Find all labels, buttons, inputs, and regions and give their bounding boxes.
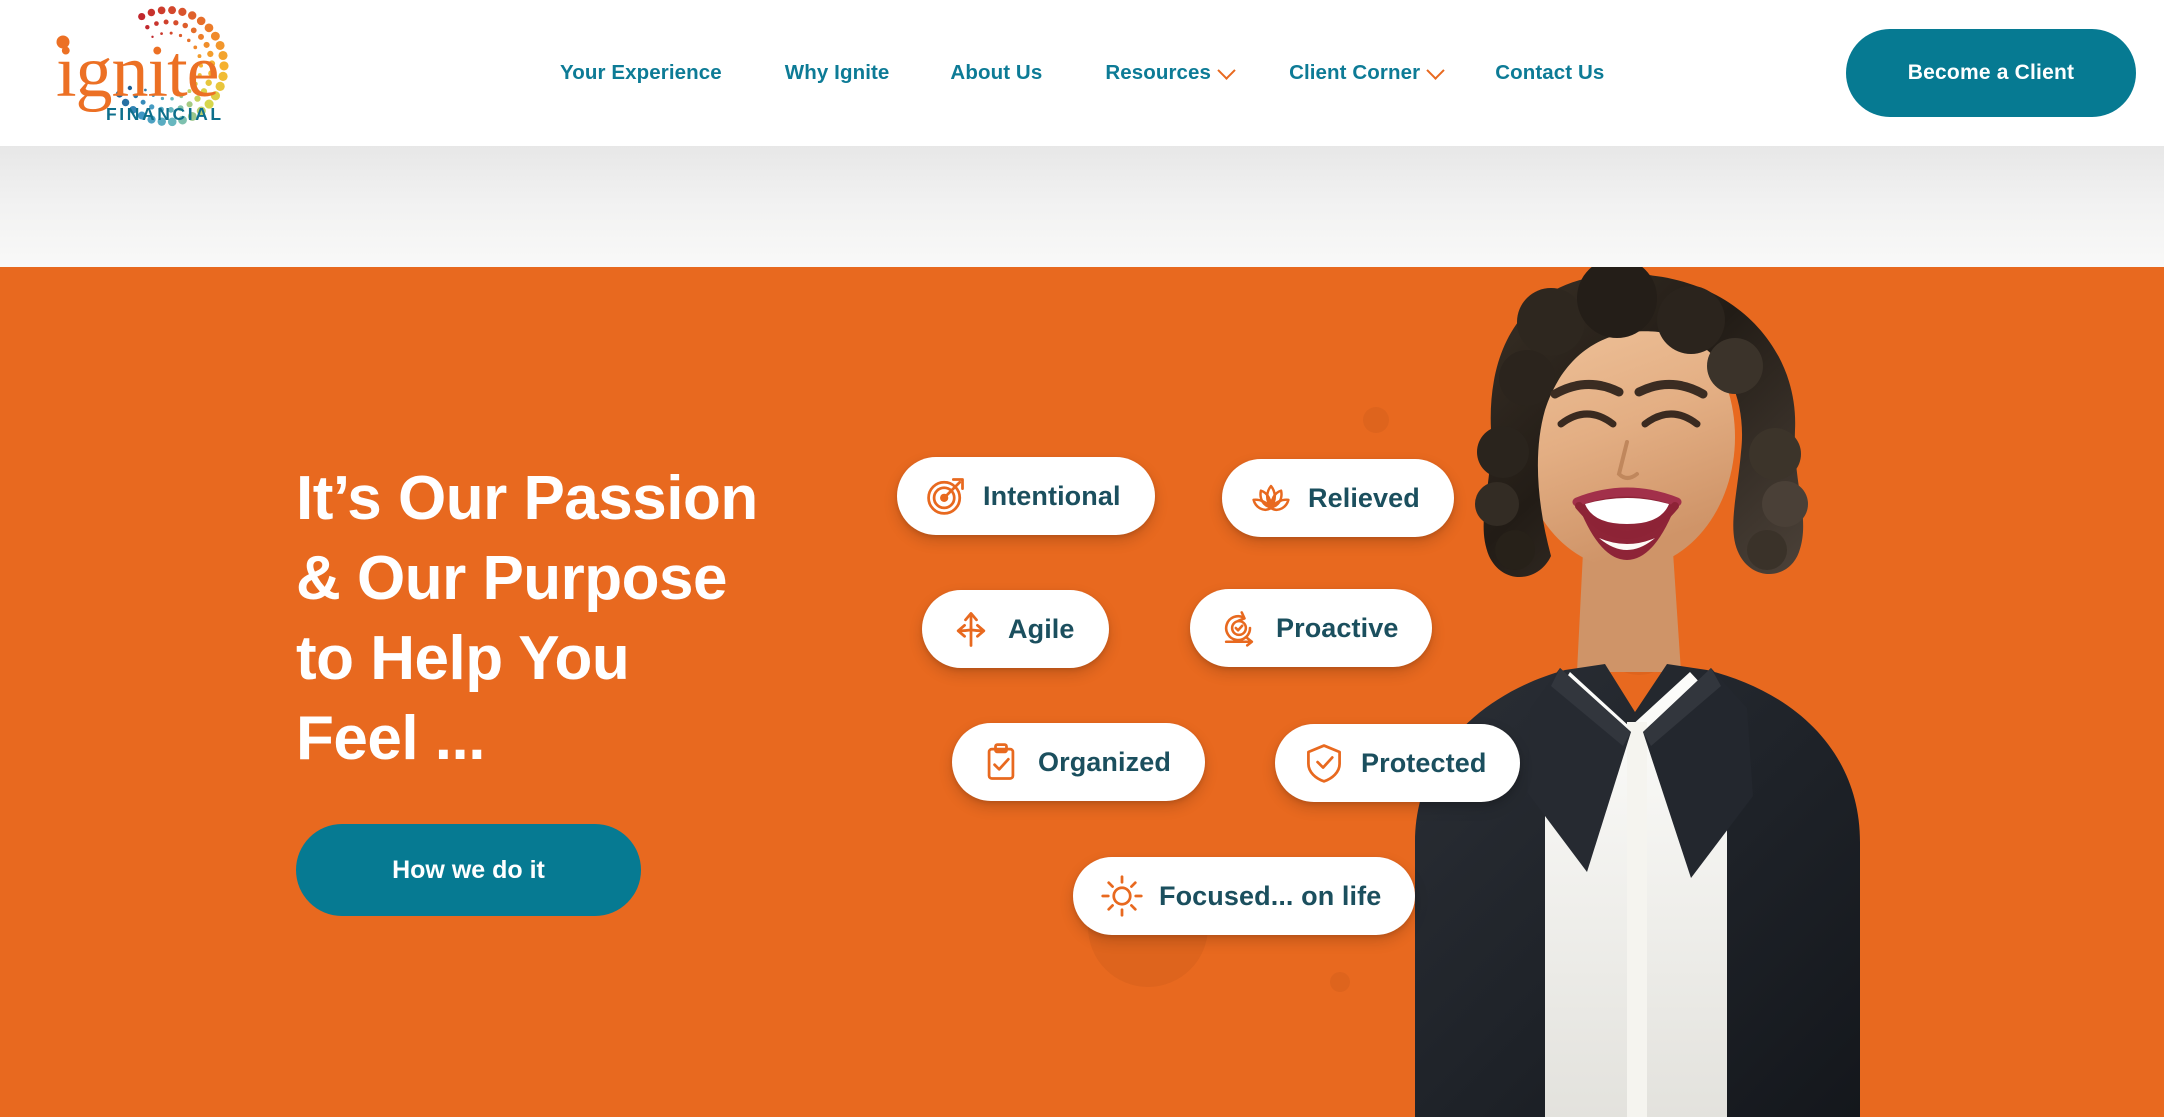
clipboard-check-icon	[987, 743, 1015, 780]
pill-label: Organized	[1038, 746, 1171, 777]
become-a-client-button[interactable]: Become a Client	[1846, 29, 2136, 117]
nav-item-your-experience[interactable]: Your Experience	[560, 61, 722, 85]
chevron-down-icon	[1426, 60, 1445, 80]
svg-text:FINANCIAL: FINANCIAL	[106, 104, 224, 124]
nav-label: Resources	[1105, 61, 1212, 84]
site-header: ignite FINANCIAL Your Experience Why Ign…	[0, 0, 2164, 146]
nav-item-about-us[interactable]: About Us	[950, 61, 1042, 85]
pill-label: Focused... on life	[1159, 880, 1382, 911]
nav-item-contact-us[interactable]: Contact Us	[1495, 61, 1604, 85]
header-gradient-band	[0, 146, 2164, 267]
pill-protected[interactable]: Protected	[1275, 724, 1521, 802]
nav-label: Contact Us	[1495, 61, 1605, 84]
three-way-arrow-icon	[956, 612, 986, 647]
pill-label: Intentional	[983, 480, 1121, 511]
pill-label: Protected	[1361, 747, 1487, 778]
shield-check-icon	[1307, 744, 1341, 783]
nav-label: Why Ignite	[784, 61, 890, 84]
pill-label: Proactive	[1276, 612, 1399, 643]
nav-item-client-corner[interactable]: Client Corner	[1289, 60, 1445, 85]
pill-focused-on-life[interactable]: Focused... on life	[1073, 857, 1416, 935]
pill-agile[interactable]: Agile	[922, 590, 1109, 668]
page-root: ignite FINANCIAL Your Experience Why Ign…	[0, 0, 2164, 1117]
pill-proactive[interactable]: Proactive	[1190, 589, 1433, 667]
pill-relieved[interactable]: Relieved	[1222, 459, 1454, 537]
primary-navigation: Your Experience Why Ignite About Us Reso…	[560, 0, 1604, 146]
pill-intentional[interactable]: Intentional	[897, 457, 1155, 535]
nav-label: Your Experience	[560, 61, 722, 84]
svg-text:ignite: ignite	[56, 31, 219, 113]
ignite-financial-logo[interactable]: ignite FINANCIAL	[28, 4, 238, 144]
feature-pill-group: Intentional Relieved Agile Proactive Org…	[0, 267, 2164, 1117]
chevron-down-icon	[1217, 60, 1236, 80]
lotus-flower-icon	[1252, 484, 1290, 511]
logo-graphic: ignite FINANCIAL	[56, 6, 229, 127]
pill-label: Agile	[1008, 613, 1075, 644]
pill-organized[interactable]: Organized	[952, 723, 1205, 801]
pill-label: Relieved	[1308, 482, 1420, 513]
target-arrow-icon	[927, 478, 964, 515]
nav-label: About Us	[950, 61, 1043, 84]
nav-label: Client Corner	[1289, 61, 1421, 84]
nav-item-why-ignite[interactable]: Why Ignite	[785, 61, 890, 85]
cycle-check-icon	[1224, 611, 1254, 647]
hero-section: It’s Our Passion & Our Purpose to Help Y…	[0, 267, 2164, 1117]
sun-icon	[1101, 875, 1143, 917]
nav-item-resources[interactable]: Resources	[1105, 60, 1236, 85]
